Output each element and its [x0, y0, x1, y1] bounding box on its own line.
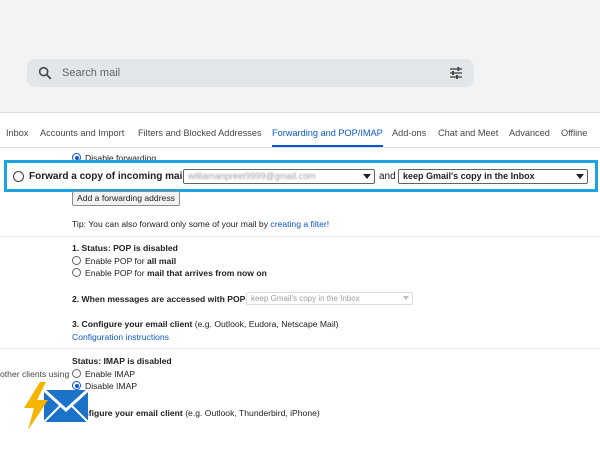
- enable-pop-all-label: Enable POP for all mail: [85, 256, 177, 266]
- chevron-down-icon: [403, 296, 409, 300]
- add-forwarding-address-button[interactable]: Add a forwarding address: [72, 191, 180, 206]
- tab-inbox[interactable]: Inbox: [6, 113, 28, 147]
- forwarding-highlight-box: Forward a copy of incoming mail to willi…: [4, 160, 598, 192]
- tab-add-ons[interactable]: Add-ons: [392, 113, 426, 147]
- tip-text: Tip: You can also forward only some of y…: [72, 219, 269, 229]
- tab-advanced[interactable]: Advanced: [509, 113, 550, 147]
- search-bar[interactable]: Search mail: [27, 59, 474, 87]
- tab-accounts-and-import[interactable]: Accounts and Import: [40, 113, 124, 147]
- chevron-down-icon: [363, 174, 371, 179]
- enable-imap-radio[interactable]: [72, 369, 81, 378]
- pop-status-heading: 1. Status: POP is disabled: [72, 243, 178, 253]
- pop-access-select[interactable]: keep Gmail's copy in the Inbox: [246, 292, 413, 305]
- chevron-down-icon: [576, 174, 584, 179]
- search-input[interactable]: Search mail: [62, 67, 120, 79]
- settings-tabs: Inbox Accounts and Import Filters and Bl…: [0, 113, 600, 147]
- and-label: and: [379, 171, 396, 182]
- enable-pop-all-radio[interactable]: [72, 256, 81, 265]
- tab-chat-and-meet[interactable]: Chat and Meet: [438, 113, 498, 147]
- forward-address-value: williamanpreet9999@gmail.com: [188, 171, 316, 181]
- pop-configure-line: 3. Configure your email client (e.g. Out…: [72, 319, 339, 329]
- imap-configure-line: Configure your email client (e.g. Outloo…: [72, 408, 320, 418]
- creating-filter-link[interactable]: creating a filter!: [270, 219, 329, 229]
- tab-filters-and-blocked-addresses[interactable]: Filters and Blocked Addresses: [138, 113, 262, 147]
- configuration-instructions-link[interactable]: Configuration instructions: [72, 332, 169, 342]
- forward-copy-radio[interactable]: [13, 171, 24, 182]
- tab-forwarding-and-pop-imap[interactable]: Forwarding and POP/IMAP: [272, 113, 383, 147]
- pop-access-value: keep Gmail's copy in the Inbox: [251, 294, 360, 303]
- forwarding-tip: Tip: You can also forward only some of y…: [72, 219, 329, 229]
- forward-copy-label: Forward a copy of incoming mail to: [29, 171, 198, 182]
- forward-action-value: keep Gmail's copy in the Inbox: [403, 171, 535, 181]
- tab-offline[interactable]: Offline: [561, 113, 587, 147]
- mail-bolt-logo-icon: [24, 382, 90, 430]
- disable-imap-label: Disable IMAP: [85, 381, 138, 391]
- section-divider: [0, 236, 600, 237]
- imap-side-label: other clients using: [0, 369, 70, 379]
- tune-icon[interactable]: [448, 65, 464, 81]
- enable-pop-now-radio[interactable]: [72, 268, 81, 277]
- pop-access-heading: 2. When messages are accessed with POP: [72, 294, 246, 304]
- forward-action-select[interactable]: keep Gmail's copy in the Inbox: [398, 169, 588, 184]
- section-divider: [0, 348, 600, 349]
- header-area: Search mail: [0, 0, 600, 110]
- settings-content: Inbox Accounts and Import Filters and Bl…: [0, 113, 600, 450]
- forward-address-select[interactable]: williamanpreet9999@gmail.com: [183, 169, 375, 184]
- gmail-settings-page: Search mail Inbox Accounts and Import Fi…: [0, 0, 600, 450]
- imap-status-heading: Status: IMAP is disabled: [72, 356, 172, 366]
- enable-imap-label: Enable IMAP: [85, 369, 136, 379]
- tabs-divider: [0, 147, 600, 148]
- search-icon[interactable]: [37, 65, 53, 81]
- enable-pop-now-label: Enable POP for mail that arrives from no…: [85, 268, 267, 278]
